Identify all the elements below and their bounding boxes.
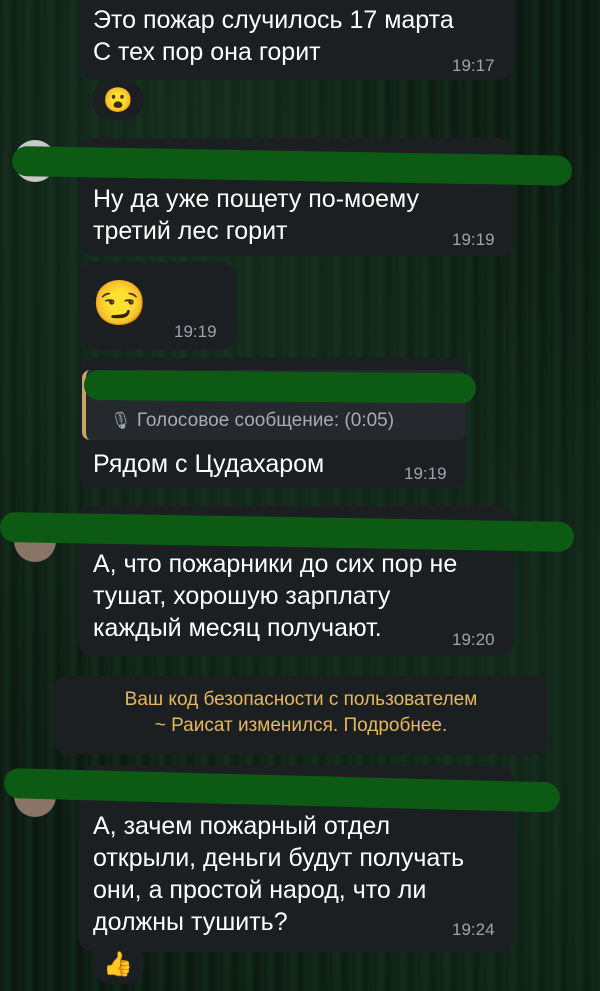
message-text: А, что пожарники до сих пор не	[93, 550, 458, 578]
message-time: 19:17	[452, 56, 495, 75]
microphone-icon: 🎙	[110, 411, 132, 430]
message-text: они, а простой народ, что ли	[93, 876, 427, 904]
message-text: третий лес горит	[93, 217, 288, 245]
reaction-badge[interactable]: 👍	[92, 944, 144, 984]
thumbs-up-icon: 👍	[103, 950, 133, 978]
message-text: Это пожар случилось 17 марта	[93, 6, 454, 34]
message-time: 19:24	[452, 920, 495, 939]
reaction-badge[interactable]: 😮	[92, 80, 144, 120]
reply-label: 🎙 Голосовое сообщение: (0:05)	[110, 410, 395, 431]
message-time: 19:19	[452, 230, 495, 249]
message-time: 19:19	[174, 322, 217, 341]
redaction-scribble	[83, 370, 477, 404]
smirk-emoji: 😏	[92, 279, 147, 328]
message-text: каждый месяц получают.	[93, 614, 382, 642]
notice-line-1: Ваш код безопасности с пользователем	[124, 689, 478, 710]
message-text: тушат, хорошую зарплату	[93, 582, 391, 610]
message-text: Ну да уже пощету по-моему	[93, 185, 420, 213]
message-text: должны тушить?	[93, 908, 288, 936]
message-time: 19:20	[452, 630, 495, 649]
security-code-notice[interactable]: Ваш код безопасности с пользователем ~ Р…	[54, 676, 548, 754]
message-text: С тех пор она горит	[93, 38, 321, 66]
message-text: открыли, деньги будут получать	[93, 844, 465, 872]
message-time: 19:19	[404, 464, 447, 483]
message-text: А, зачем пожарный отдел	[93, 812, 391, 840]
message-text: Рядом с Цудахаром	[93, 450, 325, 478]
notice-line-2: ~ Раисат изменился. Подробнее.	[154, 715, 448, 736]
surprised-face-icon: 😮	[103, 86, 133, 114]
